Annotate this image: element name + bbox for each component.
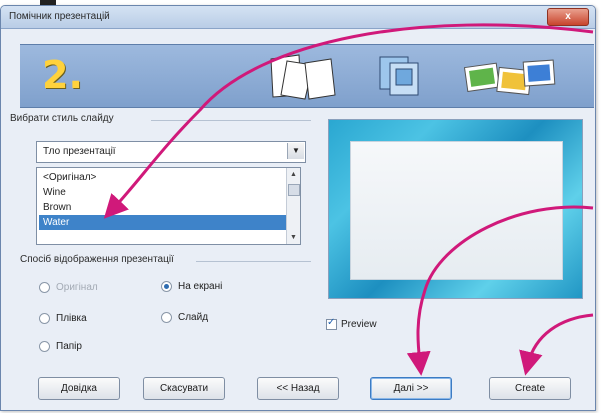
- titlebar[interactable]: Помічник презентацій x: [1, 6, 595, 29]
- preview-slide-content-area: [350, 141, 563, 280]
- radio-on-screen[interactable]: На екрані: [161, 281, 222, 292]
- slides-stack-icon: [270, 54, 336, 100]
- radio-button[interactable]: [161, 312, 172, 323]
- radio-button[interactable]: [39, 341, 50, 352]
- scroll-down-arrow-icon[interactable]: ▼: [288, 232, 299, 243]
- step-number: 2.: [42, 53, 83, 97]
- radio-button[interactable]: [39, 313, 50, 324]
- radio-button[interactable]: [161, 281, 172, 292]
- chevron-down-icon[interactable]: ▼: [287, 143, 304, 159]
- scroll-up-arrow-icon[interactable]: ▲: [288, 169, 299, 180]
- group-divider: [196, 261, 311, 262]
- radio-slide[interactable]: Слайд: [161, 312, 208, 323]
- presentation-wizard-dialog: Помічник презентацій x 2. Вибрати стиль …: [0, 5, 596, 411]
- slide-style-group-label: Вибрати стиль слайду: [10, 113, 118, 124]
- help-button[interactable]: Довідка: [38, 377, 120, 400]
- radio-label: Слайд: [178, 312, 209, 324]
- cancel-button[interactable]: Скасувати: [143, 377, 225, 400]
- slide-preview: [328, 119, 583, 299]
- list-item-selected[interactable]: Water: [39, 215, 288, 230]
- style-listbox[interactable]: <Оригінал> Wine Brown Water ▲ ▼: [36, 167, 301, 245]
- radio-label: На екрані: [178, 281, 223, 293]
- radio-label: Плівка: [56, 313, 87, 325]
- preview-toggle[interactable]: ✓ Preview: [326, 317, 377, 331]
- radio-label: Папір: [56, 341, 82, 353]
- radio-button[interactable]: [39, 282, 50, 293]
- group-divider: [151, 120, 311, 121]
- list-item[interactable]: Brown: [39, 200, 288, 215]
- list-item[interactable]: <Оригінал>: [39, 170, 288, 185]
- radio-original[interactable]: Оригінал: [39, 282, 98, 293]
- next-button[interactable]: Далі >>: [370, 377, 452, 400]
- back-button[interactable]: << Назад: [257, 377, 339, 400]
- radio-label: Оригінал: [56, 282, 98, 294]
- close-button[interactable]: x: [547, 8, 589, 26]
- screenshot-stage: Помічник презентацій x 2. Вибрати стиль …: [0, 0, 601, 413]
- create-button[interactable]: Create: [489, 377, 571, 400]
- preview-checkbox[interactable]: ✓: [326, 317, 337, 330]
- background-style-dropdown[interactable]: Тло презентації ▼: [36, 141, 306, 163]
- photo-slides-icon: [463, 59, 556, 96]
- window-title: Помічник презентацій: [9, 11, 110, 22]
- radio-paper[interactable]: Папір: [39, 341, 82, 352]
- radio-film[interactable]: Плівка: [39, 313, 87, 324]
- dropdown-value: Тло презентації: [43, 146, 116, 157]
- layered-slides-icon: [379, 56, 419, 96]
- listbox-scrollbar[interactable]: ▲ ▼: [286, 168, 300, 244]
- list-item[interactable]: Wine: [39, 185, 288, 200]
- scrollbar-thumb[interactable]: [288, 184, 300, 196]
- output-medium-group-label: Спосіб відображення презентації: [20, 254, 178, 265]
- preview-label: Preview: [341, 319, 377, 331]
- wizard-header-banner: 2.: [20, 44, 594, 108]
